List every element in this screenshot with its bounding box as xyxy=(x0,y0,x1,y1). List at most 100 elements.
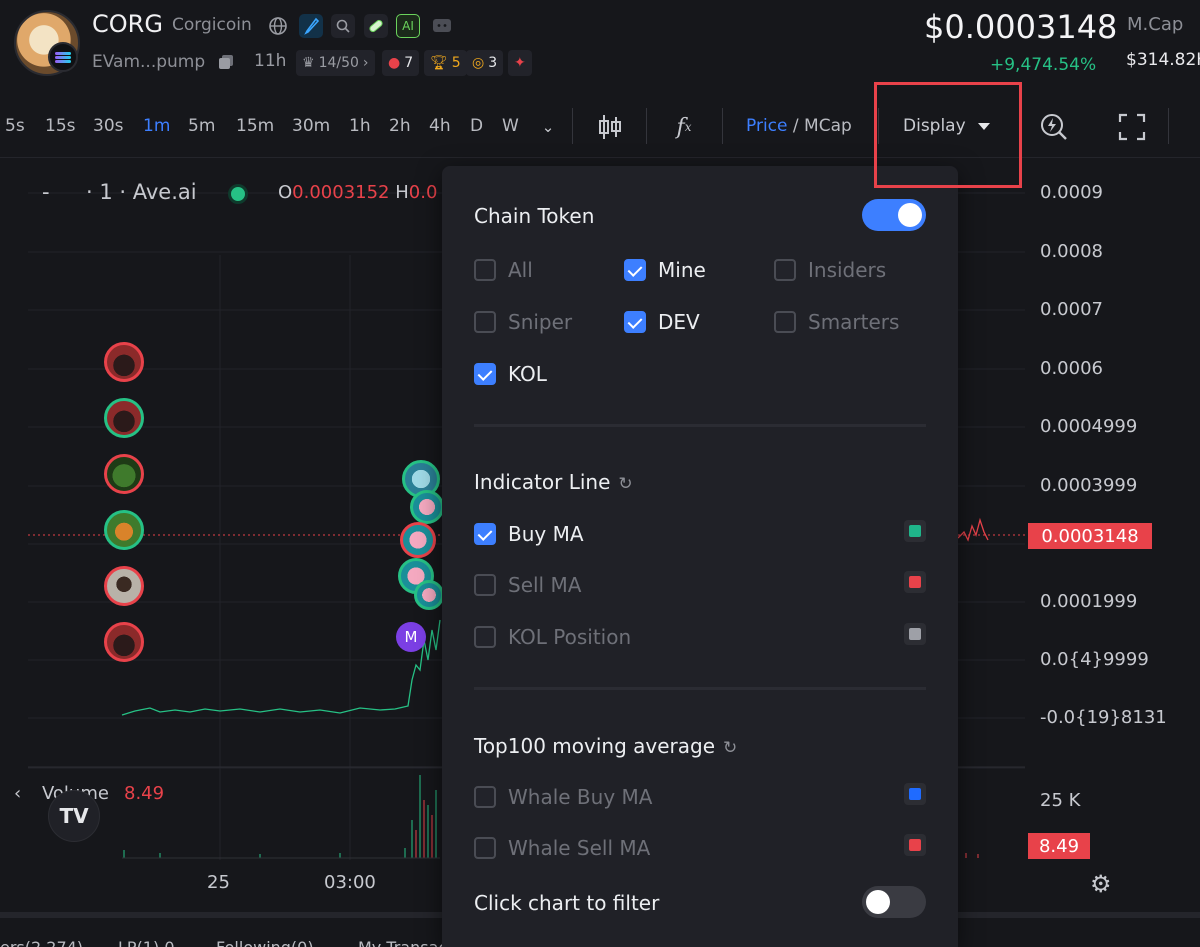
pill-icon[interactable] xyxy=(364,14,388,38)
timeframe-30s[interactable]: 30s xyxy=(93,116,124,136)
timeframe-30m[interactable]: 30m xyxy=(292,116,330,136)
option-label: Sell MA xyxy=(508,573,582,597)
bundle-stat-badge[interactable]: ✦ xyxy=(508,50,532,76)
toggle-knob xyxy=(898,203,922,227)
sell-ma-color-swatch[interactable] xyxy=(904,571,926,593)
legend-dash: - xyxy=(42,180,50,204)
chevron-right-icon: › xyxy=(362,55,369,71)
timeframe-w[interactable]: W xyxy=(502,116,519,136)
mcap-option[interactable]: MCap xyxy=(804,116,852,136)
tab-following[interactable]: Following(0) xyxy=(216,938,314,947)
timeframe-d[interactable]: D xyxy=(470,116,483,136)
checkbox[interactable] xyxy=(624,311,646,333)
y-tick: 0.0{4}9999 xyxy=(1040,649,1149,670)
trader-avatar[interactable] xyxy=(104,454,144,494)
option-smarters[interactable]: Smarters xyxy=(774,310,899,334)
bag-stat-badge[interactable]: ◎ 3 xyxy=(466,50,504,76)
timeframe-4h[interactable]: 4h xyxy=(429,116,451,136)
holders-count: 14/50 xyxy=(318,55,359,71)
option-buy-ma[interactable]: Buy MA xyxy=(474,522,584,546)
checkbox[interactable] xyxy=(474,837,496,859)
option-all[interactable]: All xyxy=(474,258,533,282)
indicators-fx-icon[interactable]: fx xyxy=(668,110,700,144)
checkbox[interactable] xyxy=(774,311,796,333)
chart-settings-gear-icon[interactable]: ⚙ xyxy=(1090,870,1112,898)
timeframe-5m[interactable]: 5m xyxy=(188,116,215,136)
ai-icon[interactable]: AI xyxy=(396,14,420,38)
whale-buy-ma-color-swatch[interactable] xyxy=(904,783,926,805)
price-mcap-toggle[interactable]: Price / MCap xyxy=(746,116,852,136)
option-sell-ma[interactable]: Sell MA xyxy=(474,573,581,597)
whale-sell-ma-color-swatch[interactable] xyxy=(904,834,926,856)
click-filter-toggle[interactable] xyxy=(862,886,926,918)
trader-avatar[interactable] xyxy=(104,510,144,550)
y-tick: 0.0007 xyxy=(1040,299,1103,320)
dev-stat-badge[interactable]: ● 7 xyxy=(382,50,420,76)
option-dev[interactable]: DEV xyxy=(624,310,700,334)
refresh-icon[interactable]: ↻ xyxy=(723,738,737,758)
trader-avatar[interactable] xyxy=(400,522,436,558)
timeframe-1h[interactable]: 1h xyxy=(349,116,371,136)
globe-icon[interactable] xyxy=(266,14,290,38)
copy-icon[interactable] xyxy=(214,50,238,74)
option-mine[interactable]: Mine xyxy=(624,258,706,282)
option-kol[interactable]: KOL xyxy=(474,362,547,386)
fullscreen-icon[interactable] xyxy=(1116,110,1148,144)
checkbox[interactable] xyxy=(474,259,496,281)
tab-holders[interactable]: ers(2,274) xyxy=(0,938,83,947)
kol-position-color-swatch[interactable] xyxy=(904,623,926,645)
buy-ma-color-swatch[interactable] xyxy=(904,520,926,542)
chat-icon[interactable] xyxy=(430,14,454,38)
current-price-tag: 0.0003148 xyxy=(1028,523,1152,549)
option-kol-position[interactable]: KOL Position xyxy=(474,625,631,649)
search-icon[interactable] xyxy=(331,14,355,38)
option-label: Whale Sell MA xyxy=(508,836,651,860)
trader-avatar[interactable] xyxy=(104,622,144,662)
option-label: Whale Buy MA xyxy=(508,785,653,809)
option-whale-sell-ma[interactable]: Whale Sell MA xyxy=(474,836,650,860)
checkbox[interactable] xyxy=(774,259,796,281)
tab-lp[interactable]: LP(1) 0 xyxy=(118,938,175,947)
money-bag-icon: ◎ xyxy=(472,55,485,71)
price-change: +9,474.54% xyxy=(990,55,1097,75)
chain-token-toggle[interactable] xyxy=(862,199,926,231)
timeframe-15m[interactable]: 15m xyxy=(236,116,274,136)
toolbar-divider xyxy=(646,108,647,144)
option-whale-buy-ma[interactable]: Whale Buy MA xyxy=(474,785,652,809)
toggle-knob xyxy=(866,890,890,914)
candlestick-icon[interactable] xyxy=(594,110,626,144)
checkbox[interactable] xyxy=(474,311,496,333)
telegram-icon[interactable] xyxy=(299,14,323,38)
chevron-down-icon[interactable]: ⌄ xyxy=(532,110,564,144)
x-tick: 03:00 xyxy=(324,872,376,893)
trophy-stat-badge[interactable]: 🏆︎ 5 xyxy=(424,50,467,76)
option-sniper[interactable]: Sniper xyxy=(474,310,572,334)
option-insiders[interactable]: Insiders xyxy=(774,258,886,282)
refresh-icon[interactable]: ↻ xyxy=(618,474,632,494)
checkbox[interactable] xyxy=(624,259,646,281)
trader-avatar[interactable] xyxy=(414,580,444,610)
trader-avatar[interactable] xyxy=(104,398,144,438)
checkbox[interactable] xyxy=(474,626,496,648)
price-mcap-separator: / xyxy=(787,116,805,136)
checkbox[interactable] xyxy=(474,574,496,596)
bag-stat-value: 3 xyxy=(488,55,498,71)
timeframe-5s[interactable]: 5s xyxy=(5,116,25,136)
trader-avatar[interactable] xyxy=(104,342,144,382)
checkbox[interactable] xyxy=(474,523,496,545)
checkbox[interactable] xyxy=(474,786,496,808)
trader-avatar[interactable] xyxy=(410,490,444,524)
price-option[interactable]: Price xyxy=(746,116,787,136)
tradingview-logo[interactable]: TV xyxy=(48,790,100,842)
trader-avatar[interactable] xyxy=(104,566,144,606)
tab-my-transactions[interactable]: My Transac xyxy=(358,938,447,947)
ohlc-high-value: 0.0 xyxy=(408,182,438,203)
my-trade-marker[interactable]: M xyxy=(396,622,426,652)
checkbox[interactable] xyxy=(474,363,496,385)
collapse-chevron-icon[interactable]: ‹ xyxy=(14,783,21,804)
timeframe-1m[interactable]: 1m xyxy=(143,116,170,136)
timeframe-2h[interactable]: 2h xyxy=(389,116,411,136)
lightning-search-icon[interactable] xyxy=(1038,110,1070,144)
holders-badge[interactable]: ♛ 14/50 › xyxy=(296,50,375,76)
timeframe-15s[interactable]: 15s xyxy=(45,116,76,136)
